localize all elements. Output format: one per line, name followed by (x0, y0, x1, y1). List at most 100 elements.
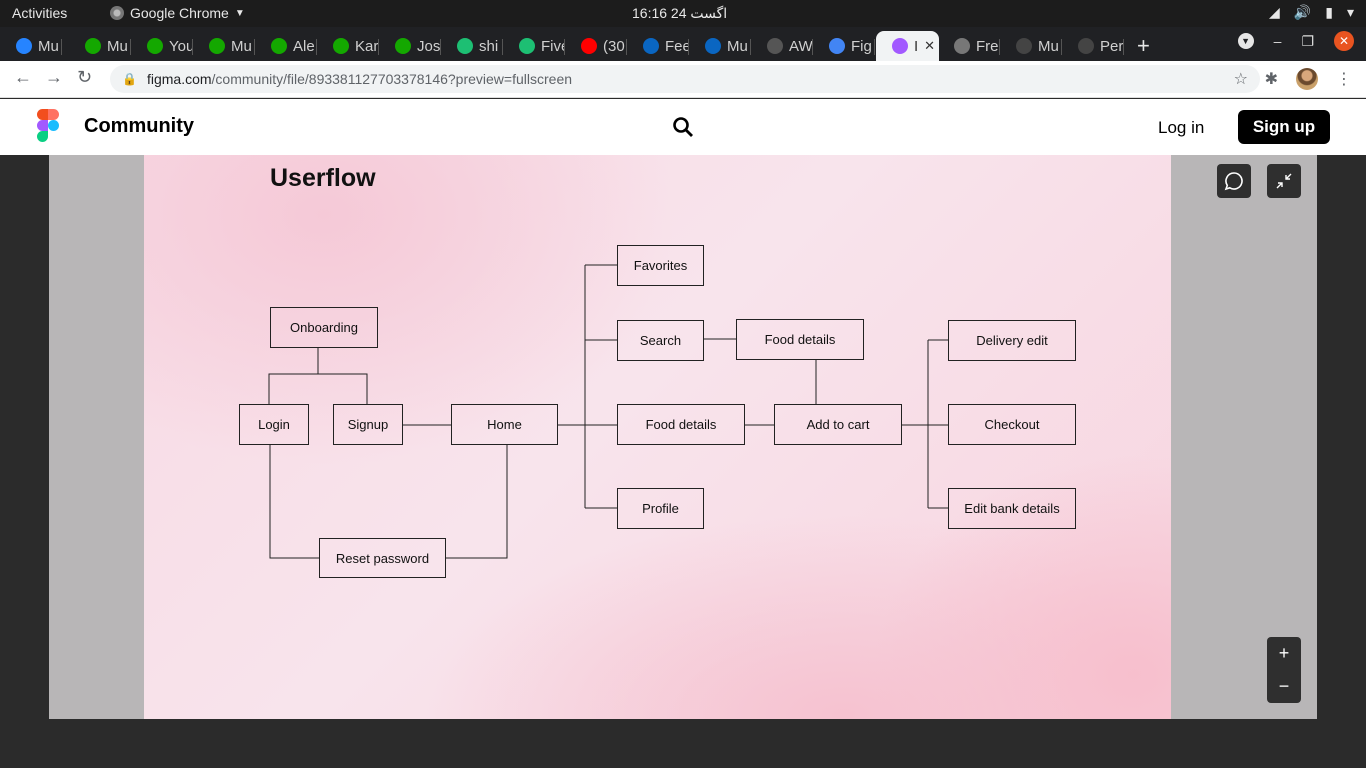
tab-label: Five (541, 37, 565, 55)
menu-kebab-icon[interactable]: ⋮ (1336, 69, 1352, 89)
tab-separator (874, 39, 875, 55)
upwork-icon (85, 38, 101, 54)
github-icon (1078, 38, 1094, 54)
toolbar-right: ✱ ⋮ (1265, 68, 1352, 90)
os-top-bar: Activities Google Chrome ▼ 16:16 24 اگست… (0, 0, 1366, 27)
tab-0[interactable]: Mu (0, 31, 62, 61)
tab-label: Per (1100, 37, 1124, 55)
lock-icon[interactable]: 🔒 (122, 72, 137, 86)
zoom-out-button[interactable]: − (1267, 670, 1301, 703)
tab-1[interactable]: Mu (69, 31, 131, 61)
extensions-icon[interactable]: ✱ (1265, 69, 1278, 89)
restore-icon[interactable]: ❐ (1301, 33, 1314, 50)
tab-15[interactable]: Fre (938, 31, 1000, 61)
tab-label: Fee (665, 37, 689, 55)
figma-header: Community Log in Sign up (0, 99, 1366, 155)
app-name: Google Chrome (130, 5, 229, 21)
new-tab-button[interactable]: + (1137, 33, 1150, 59)
collapse-fullscreen-icon[interactable] (1267, 164, 1301, 198)
tab-label: Fig (851, 37, 872, 55)
tab-12[interactable]: AW (751, 31, 813, 61)
power-icon: ▾ (1346, 4, 1354, 20)
node-onboarding: Onboarding (270, 307, 378, 348)
tab-7[interactable]: shi (441, 31, 503, 61)
tab-strip: + ▼ – ❐ ✕ Mu Mu You Mu Ale Kar Jos shi Five (30 Fe… (0, 27, 1366, 61)
google-icon (829, 38, 845, 54)
profile-avatar[interactable] (1296, 68, 1318, 90)
linkedin-icon (705, 38, 721, 54)
node-reset-password: Reset password (319, 538, 446, 578)
back-icon[interactable]: ← (14, 67, 32, 88)
tab-17[interactable]: Per (1062, 31, 1124, 61)
chrome-icon (110, 6, 124, 20)
figma-logo-icon[interactable] (37, 109, 59, 142)
comment-icon[interactable] (1217, 164, 1251, 198)
close-tab-icon[interactable]: ✕ (924, 38, 935, 54)
tab-label: You (169, 37, 193, 55)
search-icon[interactable] (672, 116, 694, 144)
system-tray[interactable]: ◢ 🔊 ▮ ▾ (1269, 4, 1354, 21)
tab-label: Kar (355, 37, 379, 55)
upwork-icon (271, 38, 287, 54)
tab-label: Mu (107, 37, 128, 55)
tab-5[interactable]: Kar (317, 31, 379, 61)
linkedin-icon (643, 38, 659, 54)
url-path: /community/file/893381127703378146?previ… (211, 71, 573, 87)
node-checkout: Checkout (948, 404, 1076, 445)
tab-label: I (914, 37, 919, 55)
tab-9[interactable]: (30 (565, 31, 627, 61)
node-profile: Profile (617, 488, 704, 529)
tab-13[interactable]: Fig (813, 31, 875, 61)
tab-search-icon[interactable]: ▼ (1237, 33, 1254, 49)
tab-14[interactable]: I ✕ (876, 31, 939, 61)
app-menu[interactable]: Google Chrome ▼ (110, 5, 245, 21)
tab-11[interactable]: Mu (689, 31, 751, 61)
tab-6[interactable]: Jos (379, 31, 441, 61)
forward-icon[interactable]: → (45, 67, 63, 88)
youtube-icon (581, 38, 597, 54)
node-delivery-edit: Delivery edit (948, 320, 1076, 361)
node-edit-bank-details: Edit bank details (948, 488, 1076, 529)
prototype-viewer: Userflow Onboarding Login Signup Home Re… (49, 155, 1317, 719)
tab-label: Jos (417, 37, 441, 55)
clock[interactable]: 16:16 24 اگست (632, 5, 727, 22)
tab-label: AW (789, 37, 813, 55)
userflow-frame: Userflow Onboarding Login Signup Home Re… (144, 155, 1171, 719)
volume-icon: 🔊 (1293, 4, 1312, 20)
minimize-icon[interactable]: – (1274, 33, 1282, 49)
community-title[interactable]: Community (84, 115, 194, 138)
aw-icon (767, 38, 783, 54)
login-link[interactable]: Log in (1158, 118, 1204, 138)
node-home: Home (451, 404, 558, 445)
upwork-icon (209, 38, 225, 54)
node-food-details-top: Food details (736, 319, 864, 360)
window-controls: ▼ – ❐ ✕ (1237, 31, 1366, 51)
github-icon (1016, 38, 1032, 54)
zoom-in-button[interactable]: + (1267, 637, 1301, 670)
tab-3[interactable]: Mu (193, 31, 255, 61)
tab-4[interactable]: Ale (255, 31, 317, 61)
tab-label: Fre (976, 37, 999, 55)
battery-icon: ▮ (1325, 4, 1333, 20)
zoom-controls: + − (1267, 637, 1301, 703)
address-bar: ← → ↻ 🔒 figma.com/community/file/8933811… (0, 61, 1366, 98)
tab-label: Ale (293, 37, 315, 55)
tab-label: Mu (1038, 37, 1059, 55)
fiverr-icon (457, 38, 473, 54)
url-input[interactable]: 🔒 figma.com/community/file/8933811277033… (110, 65, 1260, 93)
tab-separator (61, 39, 62, 55)
tab-label: Mu (231, 37, 252, 55)
activities-button[interactable]: Activities (12, 5, 67, 21)
tab-label: shi (479, 37, 499, 55)
bookmark-star-icon[interactable]: ☆ (1234, 69, 1248, 89)
node-favorites: Favorites (617, 245, 704, 286)
tab-2[interactable]: You (131, 31, 193, 61)
close-window-icon[interactable]: ✕ (1334, 31, 1354, 51)
tab-8[interactable]: Five (503, 31, 565, 61)
reload-icon[interactable]: ↻ (77, 67, 92, 88)
tab-label: Mu (727, 37, 748, 55)
upwork-icon (333, 38, 349, 54)
tab-10[interactable]: Fee (627, 31, 689, 61)
tab-16[interactable]: Mu (1000, 31, 1062, 61)
signup-button[interactable]: Sign up (1238, 110, 1330, 144)
